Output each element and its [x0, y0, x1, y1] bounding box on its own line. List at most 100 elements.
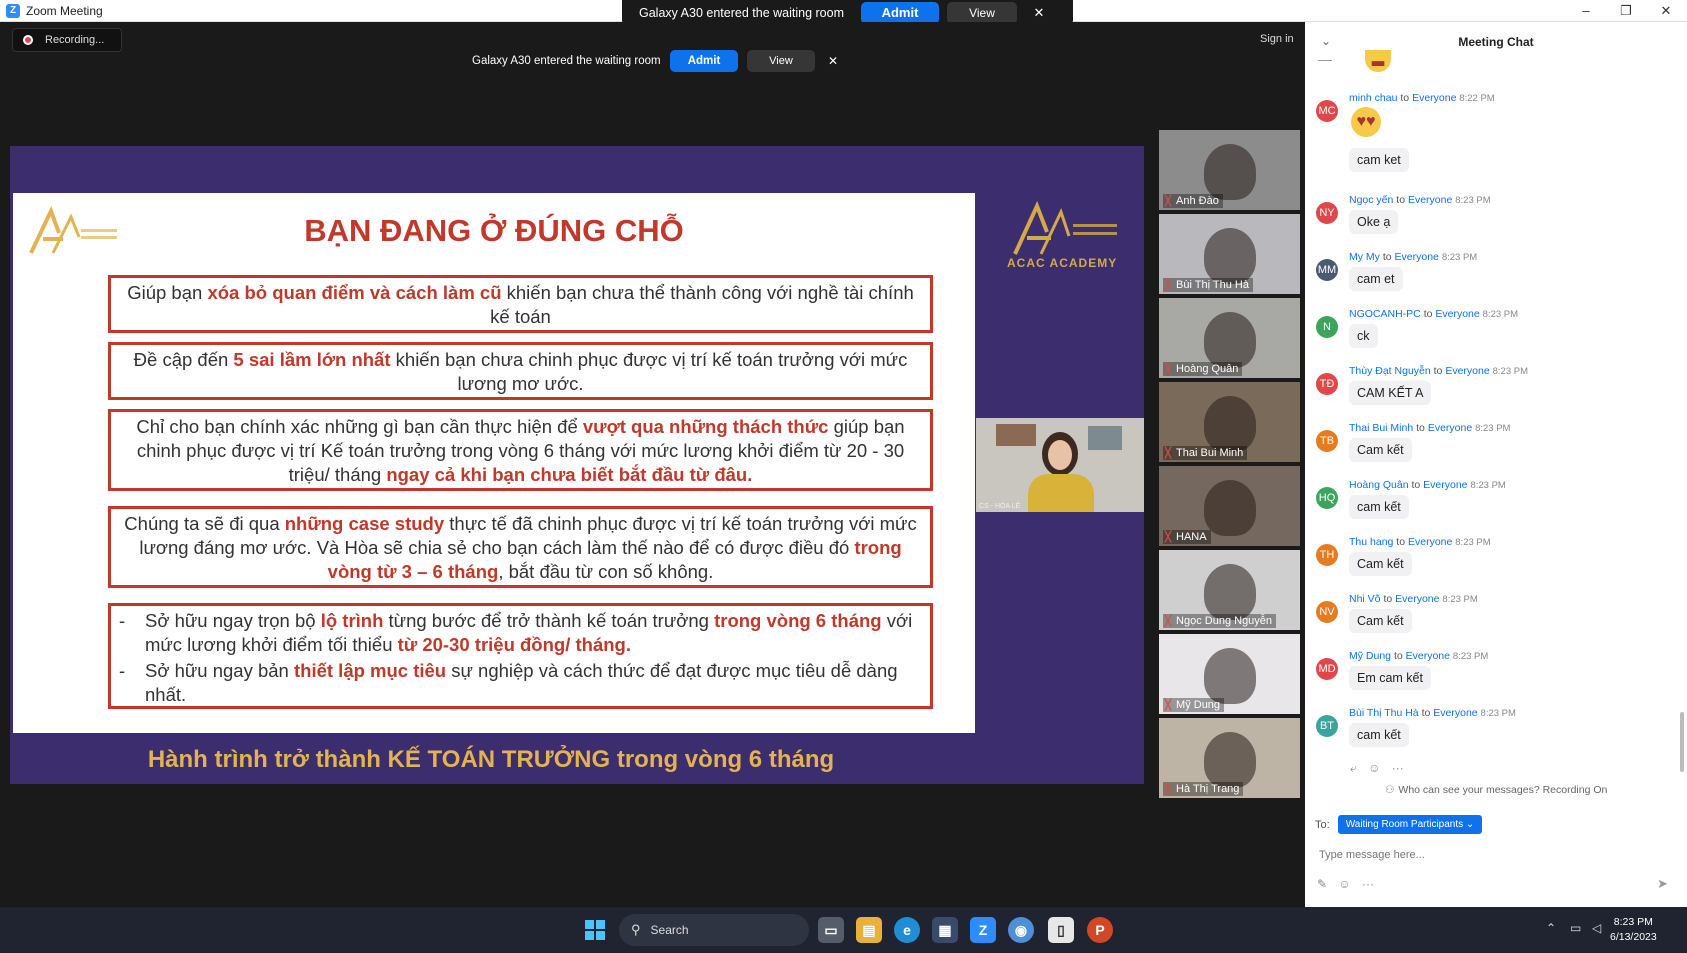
avatar: NV — [1316, 601, 1338, 623]
file-explorer-icon[interactable]: ▤ — [856, 917, 882, 943]
participant-tile[interactable]: ╳ Hoàng Quân — [1159, 298, 1300, 378]
close-icon[interactable]: ✕ — [825, 54, 841, 68]
participant-name-tag: ╳ Mỹ Dung — [1163, 698, 1225, 712]
chat-message[interactable]: NY Ngọc yến to Everyone 8:23 PM Oke ạ — [1305, 194, 1687, 251]
recipient-name: Everyone — [1395, 593, 1440, 605]
chat-message[interactable]: TH Thu hang to Everyone 8:23 PM Cam kết — [1305, 536, 1687, 593]
participant-name-tag: ╳ Hà Thị Trang — [1163, 782, 1244, 796]
chat-header: ⌄ Meeting Chat — [1305, 22, 1687, 62]
sender-name[interactable]: minh chau — [1349, 92, 1397, 104]
chat-privacy-notice[interactable]: ⚇ Who can see your messages? Recording On — [1385, 784, 1607, 796]
document-icon[interactable]: ▯ — [1048, 917, 1074, 943]
avatar: TĐ — [1316, 373, 1338, 395]
powerpoint-icon[interactable]: P — [1087, 917, 1113, 943]
sender-name[interactable]: Hoàng Quân — [1349, 479, 1409, 491]
meeting-video-area: Recording... Sign in Galaxy A30 entered … — [0, 22, 1305, 907]
admit-button[interactable]: Admit — [861, 2, 939, 24]
windows-start-icon[interactable] — [585, 920, 605, 940]
sender-name[interactable]: NGOCANH-PC — [1349, 308, 1421, 320]
sender-name[interactable]: Thai Bui Minh — [1349, 422, 1413, 434]
chat-message[interactable]: NV Nhi Võ to Everyone 8:23 PM Cam kết — [1305, 593, 1687, 650]
to-word: to — [1383, 593, 1393, 605]
recording-indicator[interactable]: Recording... — [12, 28, 122, 52]
message-time: 8:23 PM — [1455, 195, 1491, 206]
store-icon[interactable]: ▦ — [932, 917, 958, 943]
chat-message-input[interactable] — [1319, 840, 1669, 870]
sender-name[interactable]: Ngọc yến — [1349, 194, 1393, 206]
chat-message[interactable]: BT Bùi Thị Thu Hà to Everyone 8:23 PM cam … — [1305, 707, 1687, 764]
grinning-emoji-icon: ▂ — [1365, 50, 1391, 72]
sender-name[interactable]: Mỹ Dung — [1349, 650, 1391, 662]
to-word: to — [1423, 308, 1433, 320]
participant-tile[interactable]: ╳ Bùi Thị Thu Hà — [1159, 214, 1300, 294]
sender-name[interactable]: Thu hang — [1349, 536, 1393, 548]
more-options-icon[interactable]: ··· — [1362, 877, 1374, 891]
chat-message[interactable]: TB Thai Bui Minh to Everyone 8:23 PM Cam k… — [1305, 422, 1687, 479]
muted-mic-icon: ╳ — [1165, 279, 1172, 291]
message-time: 8:23 PM — [1442, 594, 1478, 605]
zoom-meetings-icon[interactable]: ◉ — [1008, 917, 1034, 943]
avatar: TH — [1316, 544, 1338, 566]
chat-message[interactable]: MC minh chau to Everyone 8:22 PM ♥♥ cam ket — [1305, 92, 1687, 172]
recipient-name: Everyone — [1433, 707, 1478, 719]
avatar: MC — [1316, 100, 1338, 122]
presenter-video[interactable]: CS - HÒA LÊ — [976, 418, 1144, 512]
message-header: Ngọc yến to Everyone 8:23 PM — [1349, 194, 1491, 206]
input-toolbar: ✎ ☺ ··· — [1317, 877, 1374, 891]
to-word: to — [1396, 194, 1406, 206]
heart-eyes-emoji-icon: ♥♥ — [1351, 107, 1381, 137]
chat-message[interactable]: MD Mỹ Dung to Everyone 8:23 PM Em cam kết — [1305, 650, 1687, 707]
edge-browser-icon[interactable]: e — [894, 917, 920, 943]
collapse-icon[interactable] — [1318, 60, 1332, 61]
more-icon[interactable]: ··· — [1392, 761, 1404, 775]
sender-name[interactable]: My My — [1349, 251, 1380, 263]
text: khiến bạn chưa chinh phục được vị trí kế… — [390, 349, 908, 394]
restore-button[interactable]: ❐ — [1606, 1, 1646, 21]
avatar: MD — [1316, 658, 1338, 680]
participant-tile[interactable]: ╳ Ngọc Dung Nguyễn — [1159, 550, 1300, 630]
participant-tile[interactable]: ╳ HANA — [1159, 466, 1300, 546]
zoom-taskbar-icon[interactable]: Z — [970, 917, 996, 943]
view-button[interactable]: View — [747, 50, 815, 72]
task-view-icon[interactable]: ▭ — [818, 917, 844, 943]
message-time: 8:23 PM — [1452, 651, 1489, 662]
chat-message[interactable]: MM My My to Everyone 8:23 PM cam et — [1305, 251, 1687, 308]
message-bubble: cam et — [1349, 267, 1403, 291]
taskbar-search[interactable]: ⚲ Search — [619, 914, 809, 946]
emoji-icon[interactable]: ☺ — [1338, 877, 1350, 891]
format-icon[interactable]: ✎ — [1317, 877, 1327, 891]
people-icon: ⚇ — [1385, 784, 1395, 796]
muted-mic-icon: ╳ — [1165, 531, 1172, 543]
network-icon[interactable]: ▭ — [1570, 921, 1581, 935]
waiting-room-notification: Galaxy A30 entered the waiting room Admi… — [458, 42, 853, 80]
sender-name[interactable]: Nhi Võ — [1349, 593, 1381, 605]
recipient-dropdown[interactable]: Waiting Room Participants ⌄ — [1337, 815, 1483, 834]
chat-message[interactable]: N NGOCANH-PC to Everyone 8:23 PM ck — [1305, 308, 1687, 365]
list-item: Sở hữu ngay trọn bộ lộ trình từng bước đ… — [119, 609, 920, 657]
close-window-button[interactable]: ✕ — [1646, 1, 1686, 21]
chat-scrollbar[interactable] — [1680, 712, 1684, 772]
reaction-icon[interactable]: ☺ — [1368, 761, 1380, 775]
sender-name[interactable]: Thùy Đạt Nguyễn — [1349, 365, 1431, 377]
chat-message[interactable]: TĐ Thùy Đạt Nguyễn to Everyone 8:23 PM CAM… — [1305, 365, 1687, 422]
participant-tile[interactable]: ╳ Thai Bui Minh — [1159, 382, 1300, 462]
view-button[interactable]: View — [947, 2, 1017, 24]
sender-name[interactable]: Bùi Thị Thu Hà — [1349, 707, 1419, 719]
muted-mic-icon: ╳ — [1165, 363, 1172, 375]
system-clock[interactable]: 8:23 PM 6/13/2023 — [1610, 915, 1657, 945]
participant-tile[interactable]: ╳ Mỹ Dung — [1159, 634, 1300, 714]
participant-silhouette — [1204, 564, 1256, 620]
close-icon[interactable]: ✕ — [1031, 5, 1047, 21]
chevron-up-icon[interactable]: ⌃ — [1546, 921, 1556, 935]
admit-button[interactable]: Admit — [670, 50, 738, 72]
participant-silhouette — [1204, 396, 1256, 452]
volume-icon[interactable]: ◁ — [1592, 921, 1601, 935]
reply-icon[interactable]: ⤶ — [1350, 761, 1357, 775]
background-shelf — [996, 424, 1036, 446]
sign-in-link[interactable]: Sign in — [1260, 33, 1294, 45]
participant-tile[interactable]: ╳ Hà Thị Trang — [1159, 718, 1300, 798]
chat-message[interactable]: HQ Hoàng Quân to Everyone 8:23 PM cam kết — [1305, 479, 1687, 536]
minimize-button[interactable]: – — [1566, 1, 1606, 21]
send-icon[interactable]: ➤ — [1657, 876, 1668, 892]
participant-tile[interactable]: ╳ Anh Đào — [1159, 130, 1300, 210]
